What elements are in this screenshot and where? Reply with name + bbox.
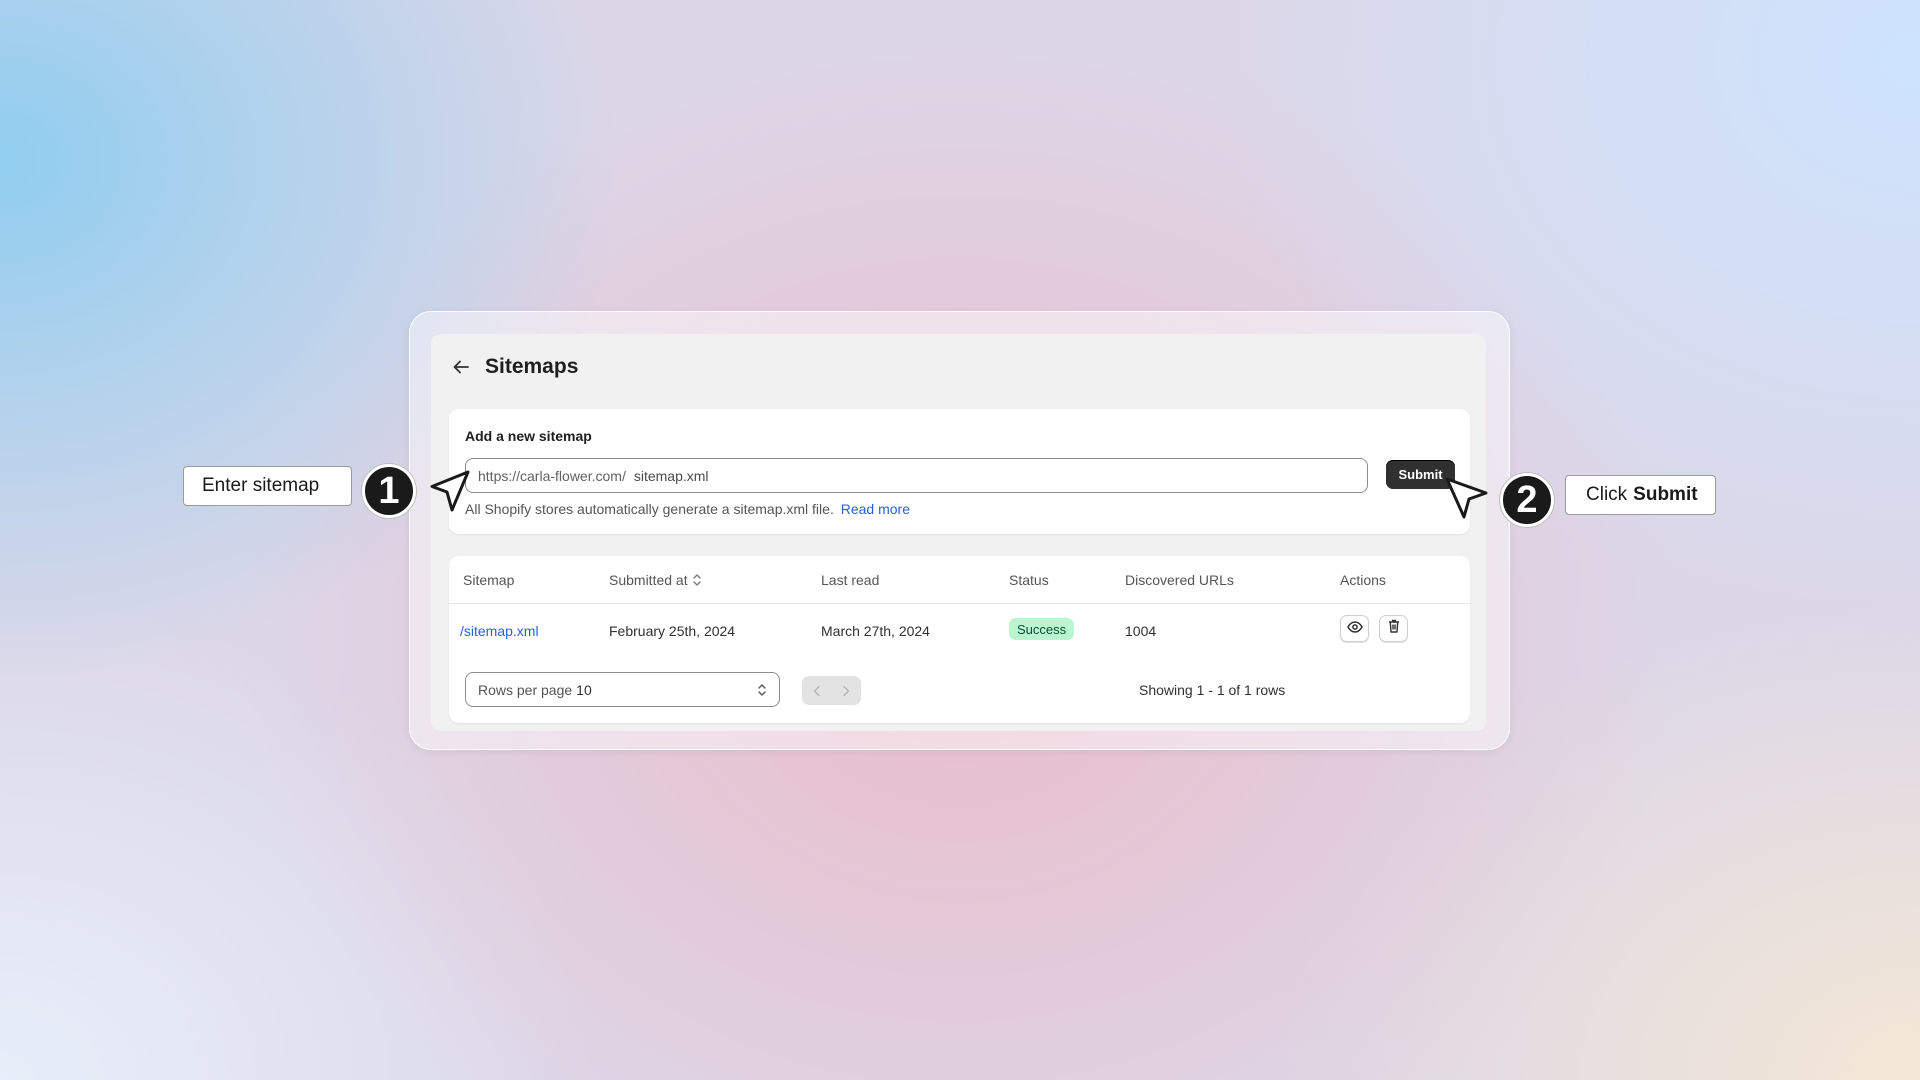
page-title: Sitemaps [485,355,579,378]
step-2-text-bold: Submit [1633,484,1698,505]
step-2-text-prefix: Click [1586,484,1628,505]
arrow-left-icon[interactable] [453,359,471,375]
column-header-status: Status [1009,572,1049,588]
last-read-cell: March 27th, 2024 [821,623,930,639]
help-text: All Shopify stores automatically generat… [465,501,910,517]
cursor-pointer-icon [1445,477,1488,519]
step-1-badge: 1 [362,464,416,518]
column-header-sitemap: Sitemap [463,572,515,588]
sort-icon [692,573,702,590]
pagination-controls [802,676,861,705]
help-text-body: All Shopify stores automatically generat… [465,501,834,517]
delete-sitemap-button[interactable] [1379,615,1408,642]
column-header-discovered-urls: Discovered URLs [1125,572,1234,588]
add-sitemap-title: Add a new sitemap [465,428,592,444]
table-header: Sitemap Submitted at Last read Status Di… [449,556,1470,604]
url-prefix: https://carla-flower.com/ [478,467,626,484]
step-1-callout: Enter sitemap [183,466,352,506]
column-header-label: Submitted at [609,572,688,588]
sitemap-url-input[interactable]: https://carla-flower.com/ sitemap.xml [465,458,1368,493]
add-sitemap-card: Add a new sitemap https://carla-flower.c… [449,409,1470,534]
page-header: Sitemaps [453,355,578,379]
status-badge: Success [1009,618,1075,640]
trash-icon [1388,619,1400,638]
table-row: /sitemap.xml February 25th, 2024 March 2… [449,604,1470,654]
pagination-summary: Showing 1 - 1 of 1 rows [1139,682,1286,698]
submitted-at-cell: February 25th, 2024 [609,623,736,639]
rows-per-page-label: Rows per page [478,681,573,698]
next-page-button[interactable] [831,676,860,705]
step-1-text: Enter sitemap [202,475,320,496]
sitemap-link[interactable]: /sitemap.xml [460,623,539,639]
sitemaps-table-card: Sitemap Submitted at Last read Status Di… [449,556,1470,723]
rows-per-page-value: 10 [576,681,592,698]
eye-icon [1346,620,1363,638]
read-more-link[interactable]: Read more [841,501,910,517]
discovered-urls-cell: 1004 [1125,623,1157,639]
column-header-last-read: Last read [821,572,880,588]
column-header-actions: Actions [1340,572,1386,588]
view-sitemap-button[interactable] [1340,615,1369,642]
step-2-badge: 2 [1500,473,1554,527]
sitemaps-page: Sitemaps Add a new sitemap https://carla… [431,334,1486,731]
column-header-submitted-at[interactable]: Submitted at [609,572,702,590]
step-2-callout: Click Submit [1565,475,1716,515]
select-chevron-icon [757,682,767,701]
sitemap-input-value: sitemap.xml [633,467,709,484]
rows-per-page-select[interactable]: Rows per page 10 [465,672,780,707]
previous-page-button[interactable] [802,676,831,705]
cursor-pointer-icon [430,470,470,512]
